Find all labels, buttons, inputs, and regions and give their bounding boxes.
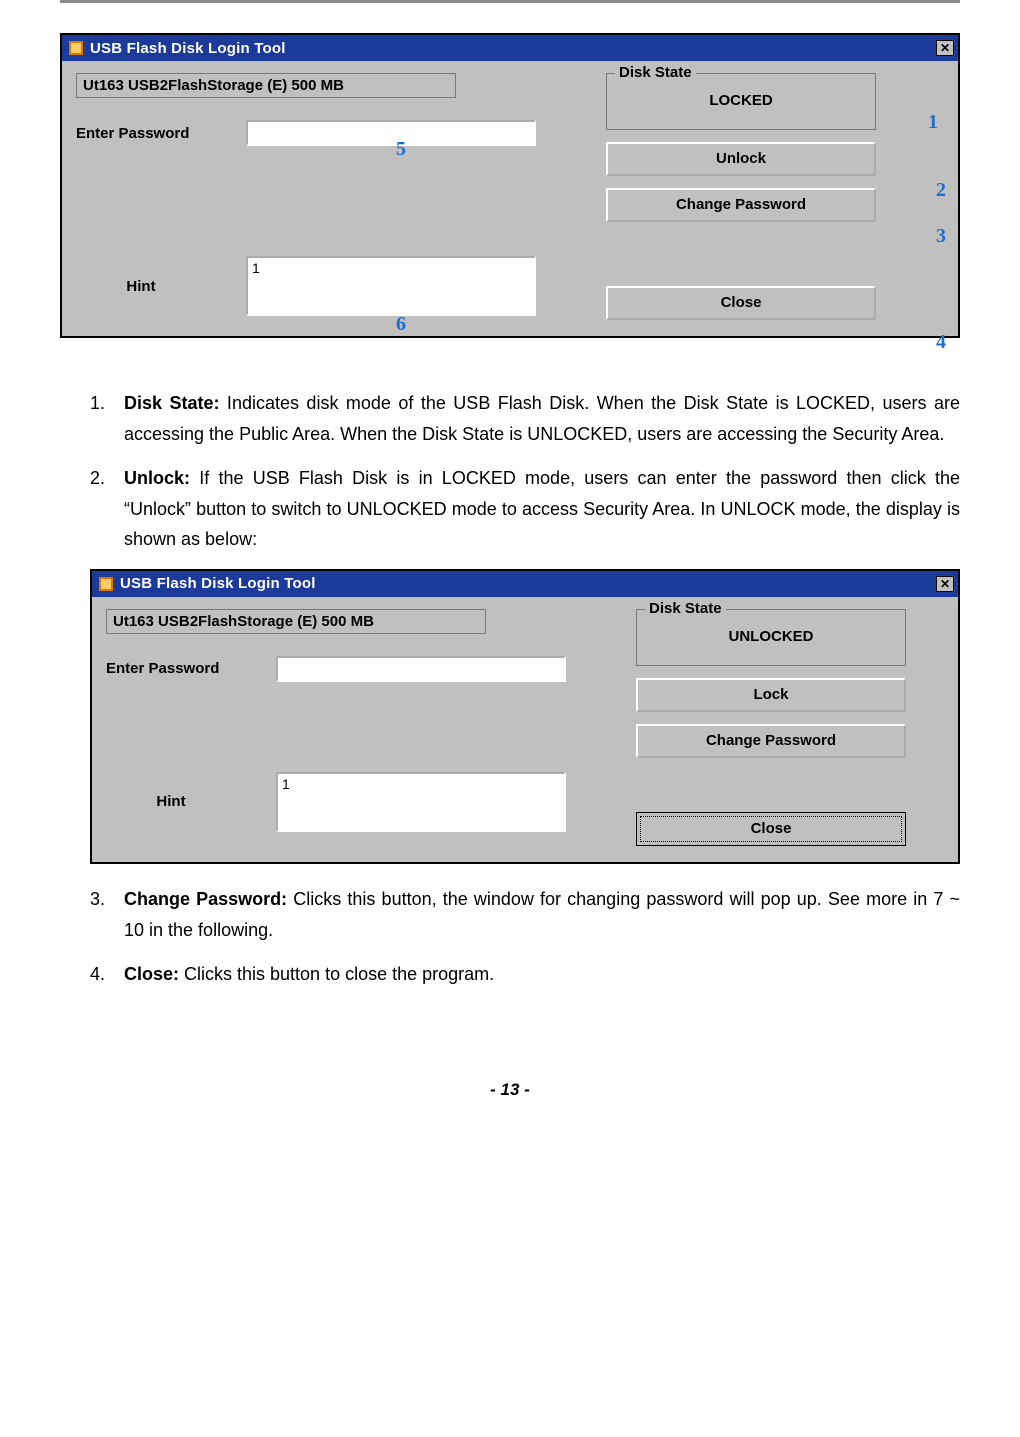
- change-password-button[interactable]: Change Password: [606, 188, 876, 222]
- list-lead: Disk State:: [124, 393, 219, 413]
- login-dialog-unlocked: USB Flash Disk Login Tool ✕ Ut163 USB2Fl…: [90, 569, 960, 864]
- disk-state-value: UNLOCKED: [647, 628, 895, 645]
- disk-state-value: LOCKED: [617, 92, 865, 109]
- annotation-2: 2: [936, 179, 946, 202]
- close-icon[interactable]: ✕: [936, 576, 954, 592]
- list-text: If the USB Flash Disk is in LOCKED mode,…: [124, 468, 960, 549]
- list-lead: Unlock:: [124, 468, 190, 488]
- change-password-button[interactable]: Change Password: [636, 724, 906, 758]
- annotation-3: 3: [936, 225, 946, 248]
- list-number: 4.: [90, 959, 124, 990]
- window-title: USB Flash Disk Login Tool: [90, 40, 936, 57]
- app-icon: [98, 576, 114, 592]
- lock-button[interactable]: Lock: [636, 678, 906, 712]
- hint-label: Hint: [106, 793, 276, 810]
- titlebar: USB Flash Disk Login Tool ✕: [62, 35, 958, 61]
- list-body: Unlock: If the USB Flash Disk is in LOCK…: [124, 463, 960, 555]
- list-body: Disk State: Indicates disk mode of the U…: [124, 388, 960, 449]
- list-body: Close: Clicks this button to close the p…: [124, 959, 960, 990]
- list-number: 2.: [90, 463, 124, 555]
- password-input[interactable]: [276, 656, 566, 682]
- enter-password-label: Enter Password: [76, 125, 246, 142]
- disk-state-fieldset: Disk State LOCKED: [606, 73, 876, 130]
- password-input[interactable]: [246, 120, 536, 146]
- page-number: - 13 -: [60, 1080, 960, 1100]
- device-info: Ut163 USB2FlashStorage (E) 500 MB: [106, 609, 486, 634]
- close-button[interactable]: Close: [636, 812, 906, 846]
- list-number: 3.: [90, 884, 124, 945]
- list-number: 1.: [90, 388, 124, 449]
- window-title: USB Flash Disk Login Tool: [120, 575, 936, 592]
- list-lead: Change Password:: [124, 889, 287, 909]
- list-item: 1. Disk State: Indicates disk mode of th…: [90, 388, 960, 449]
- list-text: Indicates disk mode of the USB Flash Dis…: [124, 393, 960, 444]
- disk-state-legend: Disk State: [645, 600, 726, 617]
- hint-input[interactable]: [276, 772, 566, 832]
- close-button[interactable]: Close: [606, 286, 876, 320]
- unlock-button[interactable]: Unlock: [606, 142, 876, 176]
- enter-password-label: Enter Password: [106, 660, 276, 677]
- list-lead: Close:: [124, 964, 179, 984]
- list-body: Change Password: Clicks this button, the…: [124, 884, 960, 945]
- list-item: 4. Close: Clicks this button to close th…: [90, 959, 960, 990]
- list-text: Clicks this button to close the program.: [179, 964, 494, 984]
- hint-label: Hint: [76, 278, 246, 295]
- top-rule: [60, 0, 960, 3]
- titlebar: USB Flash Disk Login Tool ✕: [92, 571, 958, 597]
- device-info: Ut163 USB2FlashStorage (E) 500 MB: [76, 73, 456, 98]
- close-icon[interactable]: ✕: [936, 40, 954, 56]
- disk-state-fieldset: Disk State UNLOCKED: [636, 609, 906, 666]
- annotation-5: 5: [396, 138, 406, 161]
- annotation-1: 1: [928, 111, 938, 134]
- app-icon: [68, 40, 84, 56]
- hint-input[interactable]: [246, 256, 536, 316]
- disk-state-legend: Disk State: [615, 64, 696, 81]
- annotation-4: 4: [936, 331, 946, 354]
- list-item: 3. Change Password: Clicks this button, …: [90, 884, 960, 945]
- list-item: 2. Unlock: If the USB Flash Disk is in L…: [90, 463, 960, 555]
- annotation-6: 6: [396, 313, 406, 336]
- login-dialog-locked: USB Flash Disk Login Tool ✕ Ut163 USB2Fl…: [60, 33, 960, 338]
